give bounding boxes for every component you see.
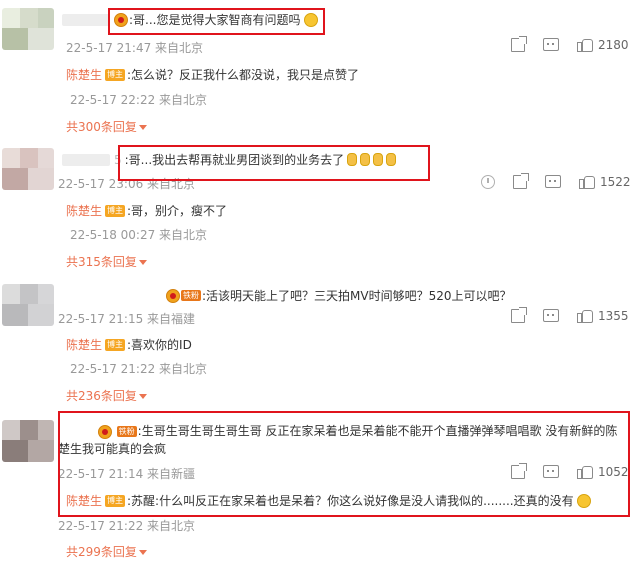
comment-meta: 22-5-17 21:14 来自新疆	[58, 467, 196, 481]
emoji-icon	[347, 153, 358, 166]
emoji-icon	[373, 153, 384, 166]
comment-text: 5 :哥...我出去帮再就业男团谈到的业务去了	[62, 151, 397, 168]
caret-down-icon	[138, 125, 147, 130]
fan-badge: 铁粉	[116, 426, 137, 437]
share-icon[interactable]	[513, 172, 529, 189]
host-badge: 博主	[105, 68, 126, 81]
like-count: 1355	[598, 308, 629, 323]
fan-badge: 铁粉	[181, 290, 201, 301]
crown-icon	[166, 288, 180, 303]
reply-text: :怎么说？反正我什么都没说，我只是点赞了	[127, 68, 360, 82]
more-replies-link[interactable]: 共299条回复	[66, 543, 147, 560]
avatar[interactable]	[2, 420, 54, 462]
emoji-icon	[576, 493, 591, 508]
caret-down-icon	[138, 394, 147, 399]
reply-text: :哥，别介，瘦不了	[127, 204, 228, 218]
comment-item: 铁粉 :活该明天能上了吧？三天拍MV时间够吧？520上可以吧？ 22-5-17 …	[0, 270, 640, 403]
comment-meta: 22-5-17 23:06 来自北京	[58, 177, 196, 191]
more-replies-link[interactable]: 共300条回复	[66, 118, 147, 135]
reply-meta: 22-5-17 22:22 来自北京	[70, 93, 208, 107]
username[interactable]	[62, 13, 110, 26]
reply-item: 陈楚生 博主 :哥，别介，瘦不了	[66, 202, 227, 219]
comment-item: 5 :哥...我出去帮再就业男团谈到的业务去了 22-5-17 23:06 来自…	[0, 140, 640, 270]
emoji-icon	[360, 153, 371, 166]
avatar[interactable]	[2, 284, 54, 326]
reply-author[interactable]: 陈楚生	[66, 66, 102, 83]
crown-icon	[97, 424, 112, 439]
comment-icon[interactable]	[543, 309, 559, 322]
comment-item: :哥...您是觉得大家智商有问题吗 22-5-17 21:47 来自北京 218…	[0, 0, 640, 140]
reply-author[interactable]: 陈楚生	[66, 492, 102, 509]
like-icon[interactable]	[577, 37, 593, 52]
emoji-icon	[386, 153, 397, 166]
comment-icon[interactable]	[543, 465, 559, 478]
crown-icon	[114, 12, 128, 27]
reply-item: 陈楚生 博主 :苏醒:什么叫反正在家呆着也是呆着？你这么说好像是没人请我似的..…	[66, 492, 591, 509]
reply-meta: 22-5-17 21:22 来自北京	[58, 519, 196, 533]
reply-item: 陈楚生 博主 :怎么说？反正我什么都没说，我只是点赞了	[66, 66, 359, 83]
comment-text: 铁粉:生哥生哥生哥生哥生哥 反正在家呆着也是呆着能不能开个直播弹弹琴唱唱歌 没有…	[58, 424, 618, 456]
avatar[interactable]	[2, 148, 54, 190]
report-icon[interactable]	[481, 174, 495, 189]
caret-down-icon	[138, 550, 147, 555]
more-replies-link[interactable]: 共315条回复	[66, 253, 147, 270]
host-badge: 博主	[105, 204, 126, 217]
share-icon[interactable]	[511, 306, 527, 323]
avatar[interactable]	[2, 8, 54, 50]
reply-author[interactable]: 陈楚生	[66, 336, 102, 353]
emoji-icon	[303, 12, 318, 27]
like-icon[interactable]	[577, 308, 593, 323]
share-icon[interactable]	[511, 462, 527, 479]
reply-text: :苏醒:什么叫反正在家呆着也是呆着？你这么说好像是没人请我似的........还…	[127, 494, 574, 508]
comment-meta: 22-5-17 21:15 来自福建	[58, 312, 196, 326]
reply-text: :喜欢你的ID	[127, 338, 192, 352]
username[interactable]	[62, 153, 110, 166]
like-count: 1522	[600, 174, 631, 189]
like-count: 1052	[598, 464, 629, 479]
comment-meta: 22-5-17 21:47 来自北京	[66, 41, 204, 55]
comment-actions: 2180	[511, 35, 629, 52]
comment-actions: 1522	[481, 172, 631, 189]
reply-meta: 22-5-18 00:27 来自北京	[70, 228, 208, 242]
like-icon[interactable]	[577, 464, 593, 479]
reply-author[interactable]: 陈楚生	[66, 202, 102, 219]
reply-meta: 22-5-17 21:22 来自北京	[70, 362, 208, 376]
comment-actions: 1052	[511, 462, 629, 479]
like-count: 2180	[598, 37, 629, 52]
share-icon[interactable]	[511, 35, 527, 52]
like-icon[interactable]	[579, 174, 595, 189]
host-badge: 博主	[105, 494, 126, 507]
comment-icon[interactable]	[545, 175, 561, 188]
comment-text: :哥...您是觉得大家智商有问题吗	[62, 11, 318, 28]
reply-item: 陈楚生 博主 :喜欢你的ID	[66, 336, 192, 353]
host-badge: 博主	[105, 338, 126, 351]
comment-item: 铁粉:生哥生哥生哥生哥生哥 反正在家呆着也是呆着能不能开个直播弹弹琴唱唱歌 没有…	[0, 400, 640, 562]
comment-actions: 1355	[511, 306, 629, 323]
comment-text: 铁粉 :活该明天能上了吧？三天拍MV时间够吧？520上可以吧？	[166, 287, 512, 304]
comment-icon[interactable]	[543, 38, 559, 51]
caret-down-icon	[138, 260, 147, 265]
